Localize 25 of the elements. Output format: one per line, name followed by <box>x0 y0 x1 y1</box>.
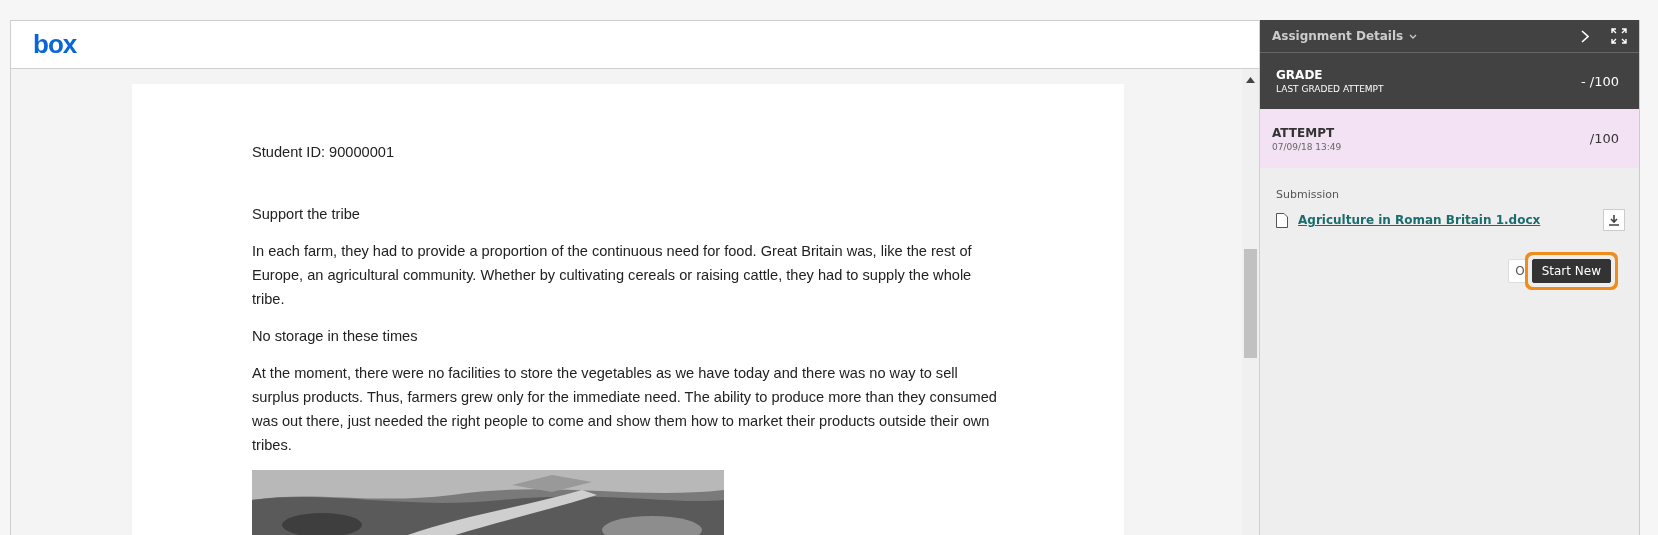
paragraph: At the moment, there were no facilities to store the vegetables as we have today and there was no way to sell surplus products. Thus, farmers grew only for the immediate need. The ability to produce more than they consumed was out there, just needed the right people to come and show them how to market their products outside their own tribes. <box>252 364 998 455</box>
paragraph-heading: No storage in these times <box>252 327 419 346</box>
attempt-row[interactable]: ATTEMPT 07/09/18 13:49 /100 <box>1260 109 1639 168</box>
paragraph: In each farm, they had to provide a proportion of the continuous need for food. Great Britain was, like the rest of Europe, an agricultural community. Whether by cultivating cereals or raising cattle, they had to supply the whole tribe. <box>252 242 973 309</box>
attempt-score: /100 <box>1589 131 1619 146</box>
submission-label: Submission <box>1276 188 1340 201</box>
scroll-up-icon[interactable] <box>1246 77 1255 83</box>
paragraph-heading: Support the tribe <box>252 205 361 224</box>
expand-icon[interactable] <box>1611 28 1627 44</box>
download-button[interactable] <box>1603 209 1625 231</box>
chevron-down-icon[interactable] <box>1409 33 1418 39</box>
chevron-right-icon[interactable] <box>1581 29 1589 43</box>
paragraph: Student ID: 90000001 <box>252 143 395 162</box>
attempt-label: ATTEMPT <box>1272 125 1336 140</box>
attempt-date: 07/09/18 13:49 <box>1272 141 1342 152</box>
grade-sublabel: LAST GRADED ATTEMPT <box>1276 84 1384 94</box>
download-icon <box>1609 214 1619 226</box>
scrollbar[interactable] <box>1242 69 1259 535</box>
grade-label: GRADE <box>1276 68 1324 82</box>
file-link[interactable]: Agriculture in Roman Britain 1.docx <box>1298 213 1593 227</box>
document-icon <box>1276 212 1288 228</box>
scrollbar-thumb[interactable] <box>1244 249 1257 358</box>
logo: box <box>33 29 77 60</box>
grade-score: - /100 <box>1580 73 1619 89</box>
panel-title[interactable]: Assignment Details <box>1272 29 1404 43</box>
